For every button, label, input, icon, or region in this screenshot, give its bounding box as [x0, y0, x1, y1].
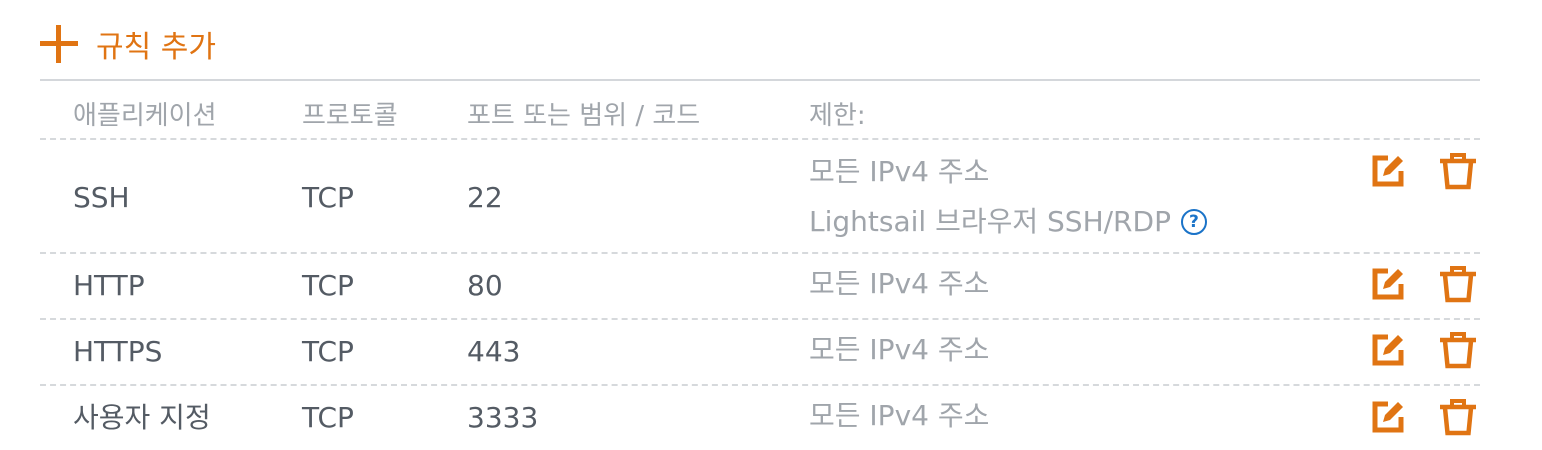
trash-icon[interactable]: [1438, 397, 1478, 437]
table-row: 사용자 지정 TCP 3333 모든 IPv4 주소: [40, 386, 1480, 450]
trash-icon[interactable]: [1438, 151, 1478, 191]
add-rule-label: 규칙 추가: [96, 30, 216, 65]
cell-protocol: TCP: [302, 269, 354, 302]
cell-port: 3333: [467, 401, 539, 434]
edit-icon[interactable]: [1368, 264, 1408, 304]
cell-application: SSH: [73, 181, 130, 214]
cell-protocol: TCP: [302, 335, 354, 368]
table-row: HTTP TCP 80 모든 IPv4 주소: [40, 254, 1480, 320]
help-icon[interactable]: ?: [1180, 209, 1207, 235]
table-row: SSH TCP 22 모든 IPv4 주소 Lightsail 브라우저 SSH…: [40, 140, 1480, 254]
edit-icon[interactable]: [1368, 397, 1408, 437]
trash-icon[interactable]: [1438, 330, 1478, 370]
cell-application: HTTP: [73, 269, 145, 302]
table-row: HTTPS TCP 443 모든 IPv4 주소: [40, 320, 1480, 386]
trash-icon[interactable]: [1438, 264, 1478, 304]
edit-icon[interactable]: [1368, 151, 1408, 191]
row-actions: [1368, 330, 1478, 370]
add-rule-button[interactable]: 규칙 추가: [40, 22, 216, 66]
header-port: 포트 또는 범위 / 코드: [467, 101, 701, 131]
cell-protocol: TCP: [302, 181, 354, 214]
cell-protocol: TCP: [302, 401, 354, 434]
cell-restriction: 모든 IPv4 주소 Lightsail 브라우저 SSH/RDP ?: [809, 155, 1207, 239]
row-actions: [1368, 151, 1478, 191]
header-protocol: 프로토콜: [302, 101, 398, 131]
cell-restriction: 모든 IPv4 주소: [809, 267, 990, 300]
cell-restriction: 모든 IPv4 주소: [809, 399, 990, 432]
header-application: 애플리케이션: [73, 101, 217, 131]
firewall-rules-table: 애플리케이션 프로토콜 포트 또는 범위 / 코드 제한: SSH TCP 22…: [40, 79, 1480, 450]
cell-port: 22: [467, 181, 503, 214]
edit-icon[interactable]: [1368, 330, 1408, 370]
restriction-extra-text: Lightsail 브라우저 SSH/RDP: [809, 205, 1171, 238]
table-header: 애플리케이션 프로토콜 포트 또는 범위 / 코드 제한:: [40, 81, 1480, 140]
row-actions: [1368, 264, 1478, 304]
cell-port: 80: [467, 269, 503, 302]
cell-port: 443: [467, 335, 521, 368]
restriction-text: 모든 IPv4 주소: [809, 155, 990, 188]
header-restriction: 제한:: [809, 101, 866, 131]
row-actions: [1368, 397, 1478, 437]
restriction-extra: Lightsail 브라우저 SSH/RDP ?: [809, 205, 1207, 239]
cell-restriction: 모든 IPv4 주소: [809, 333, 990, 366]
cell-application: HTTPS: [73, 335, 163, 368]
cell-application: 사용자 지정: [73, 401, 211, 434]
plus-icon: [40, 25, 78, 63]
